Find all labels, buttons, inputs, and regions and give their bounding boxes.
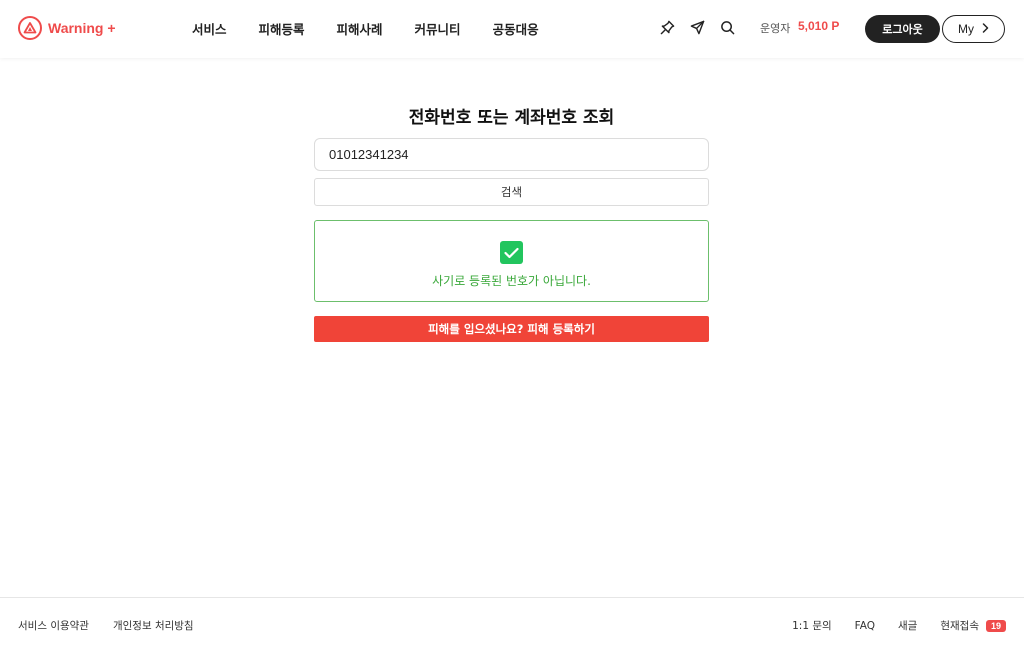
header-icons xyxy=(659,18,735,36)
footer-right-links: 1:1 문의 FAQ 새글 현재접속 19 xyxy=(792,618,1006,633)
operator-label: 운영자 xyxy=(760,22,791,35)
points-value: 5,010 P xyxy=(798,19,840,33)
chevron-right-icon xyxy=(982,22,989,36)
result-box: 사기로 등록된 번호가 아닙니다. xyxy=(314,220,709,302)
search-input[interactable] xyxy=(314,138,709,171)
footer-left-links: 서비스 이용약관 개인정보 처리방침 xyxy=(18,618,194,633)
privacy-policy-link[interactable]: 개인정보 처리방침 xyxy=(113,618,194,633)
page-title: 전화번호 또는 계좌번호 조회 xyxy=(408,108,615,128)
online-count-badge: 19 xyxy=(985,619,1006,632)
faq-link[interactable]: FAQ xyxy=(855,620,875,632)
result-message: 사기로 등록된 번호가 아닙니다. xyxy=(432,274,591,288)
nav-item-damage-register[interactable]: 피해등록 xyxy=(259,19,305,38)
my-button-label: My xyxy=(958,22,974,36)
search-icon[interactable] xyxy=(719,18,735,36)
inquiry-link[interactable]: 1:1 문의 xyxy=(792,618,832,633)
pin-icon[interactable] xyxy=(659,18,675,36)
new-posts-link[interactable]: 새글 xyxy=(898,618,917,633)
nav-item-joint-response[interactable]: 공동대응 xyxy=(493,19,539,38)
send-icon[interactable] xyxy=(689,18,705,36)
checkbox-check-icon xyxy=(500,241,523,264)
main-nav: 서비스 피해등록 피해사례 커뮤니티 공동대응 xyxy=(192,19,571,38)
logo-text: Warning + xyxy=(48,20,116,36)
nav-item-damage-cases[interactable]: 피해사례 xyxy=(337,19,383,38)
search-button[interactable]: 검색 xyxy=(314,178,709,206)
logo-link[interactable]: Warning + xyxy=(18,16,116,40)
online-label: 현재접속 xyxy=(940,620,979,632)
terms-link[interactable]: 서비스 이용약관 xyxy=(18,618,89,633)
top-header: Warning + 서비스 피해등록 피해사례 커뮤니티 공동대응 운영자 5,… xyxy=(0,0,1024,58)
my-button[interactable]: My xyxy=(942,15,1005,43)
nav-item-community[interactable]: 커뮤니티 xyxy=(415,19,461,38)
footer: 서비스 이용약관 개인정보 처리방침 1:1 문의 FAQ 새글 현재접속 19 xyxy=(0,597,1024,648)
logout-button[interactable]: 로그아웃 xyxy=(865,15,940,43)
online-users: 현재접속 19 xyxy=(940,618,1006,633)
nav-item-service[interactable]: 서비스 xyxy=(192,19,227,38)
warning-logo-icon xyxy=(18,16,42,40)
report-damage-button[interactable]: 피해를 입으셨나요? 피해 등록하기 xyxy=(314,316,709,342)
